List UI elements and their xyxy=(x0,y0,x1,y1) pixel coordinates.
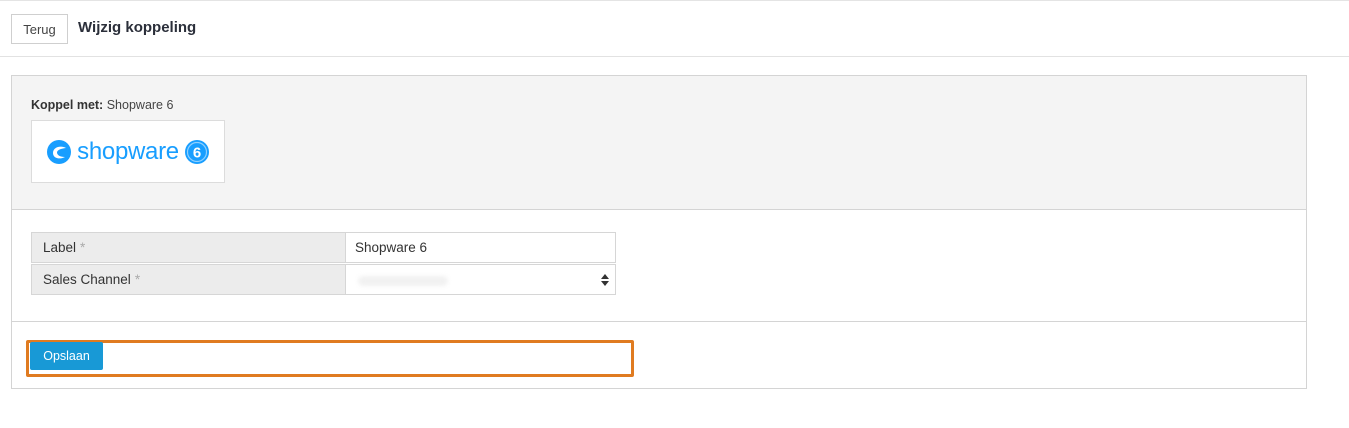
redacted-value xyxy=(358,276,448,286)
logo-content: shopware 6 xyxy=(46,138,210,166)
required-mark: * xyxy=(134,272,141,287)
highlight-box xyxy=(26,340,634,377)
label-input[interactable]: Shopware 6 xyxy=(346,232,616,263)
sales-channel-field-label: Sales Channel * xyxy=(31,264,346,295)
label-row: Label * Shopware 6 xyxy=(31,232,616,263)
connection-panel: Koppel met: Shopware 6 shopware 6 Label xyxy=(11,75,1307,389)
page-header: Terug Wijzig koppeling xyxy=(0,1,1349,57)
koppel-value: Shopware 6 xyxy=(106,98,174,112)
sales-channel-field-text: Sales Channel xyxy=(43,272,131,287)
label-field-text: Label xyxy=(43,240,77,255)
required-mark: * xyxy=(80,240,86,255)
back-button[interactable]: Terug xyxy=(11,14,68,44)
version-badge: 6 xyxy=(193,144,201,161)
page-title: Wijzig koppeling xyxy=(78,19,197,36)
panel-divider xyxy=(12,321,1306,322)
select-arrows-icon xyxy=(601,274,609,286)
save-button[interactable]: Opslaan xyxy=(30,342,103,370)
shopware-mark-icon xyxy=(47,139,72,164)
version-six-icon: 6 xyxy=(184,139,209,164)
sales-channel-row: Sales Channel * xyxy=(31,264,616,295)
koppel-label: Koppel met: xyxy=(31,98,104,112)
sales-channel-select[interactable] xyxy=(346,264,616,295)
shopware-logo: shopware 6 xyxy=(31,120,225,183)
koppel-text: Koppel met: Shopware 6 xyxy=(31,98,173,112)
label-field-label: Label * xyxy=(31,232,346,263)
connection-info: Koppel met: Shopware 6 shopware 6 xyxy=(12,76,1306,210)
logo-wordmark: shopware xyxy=(77,137,179,165)
